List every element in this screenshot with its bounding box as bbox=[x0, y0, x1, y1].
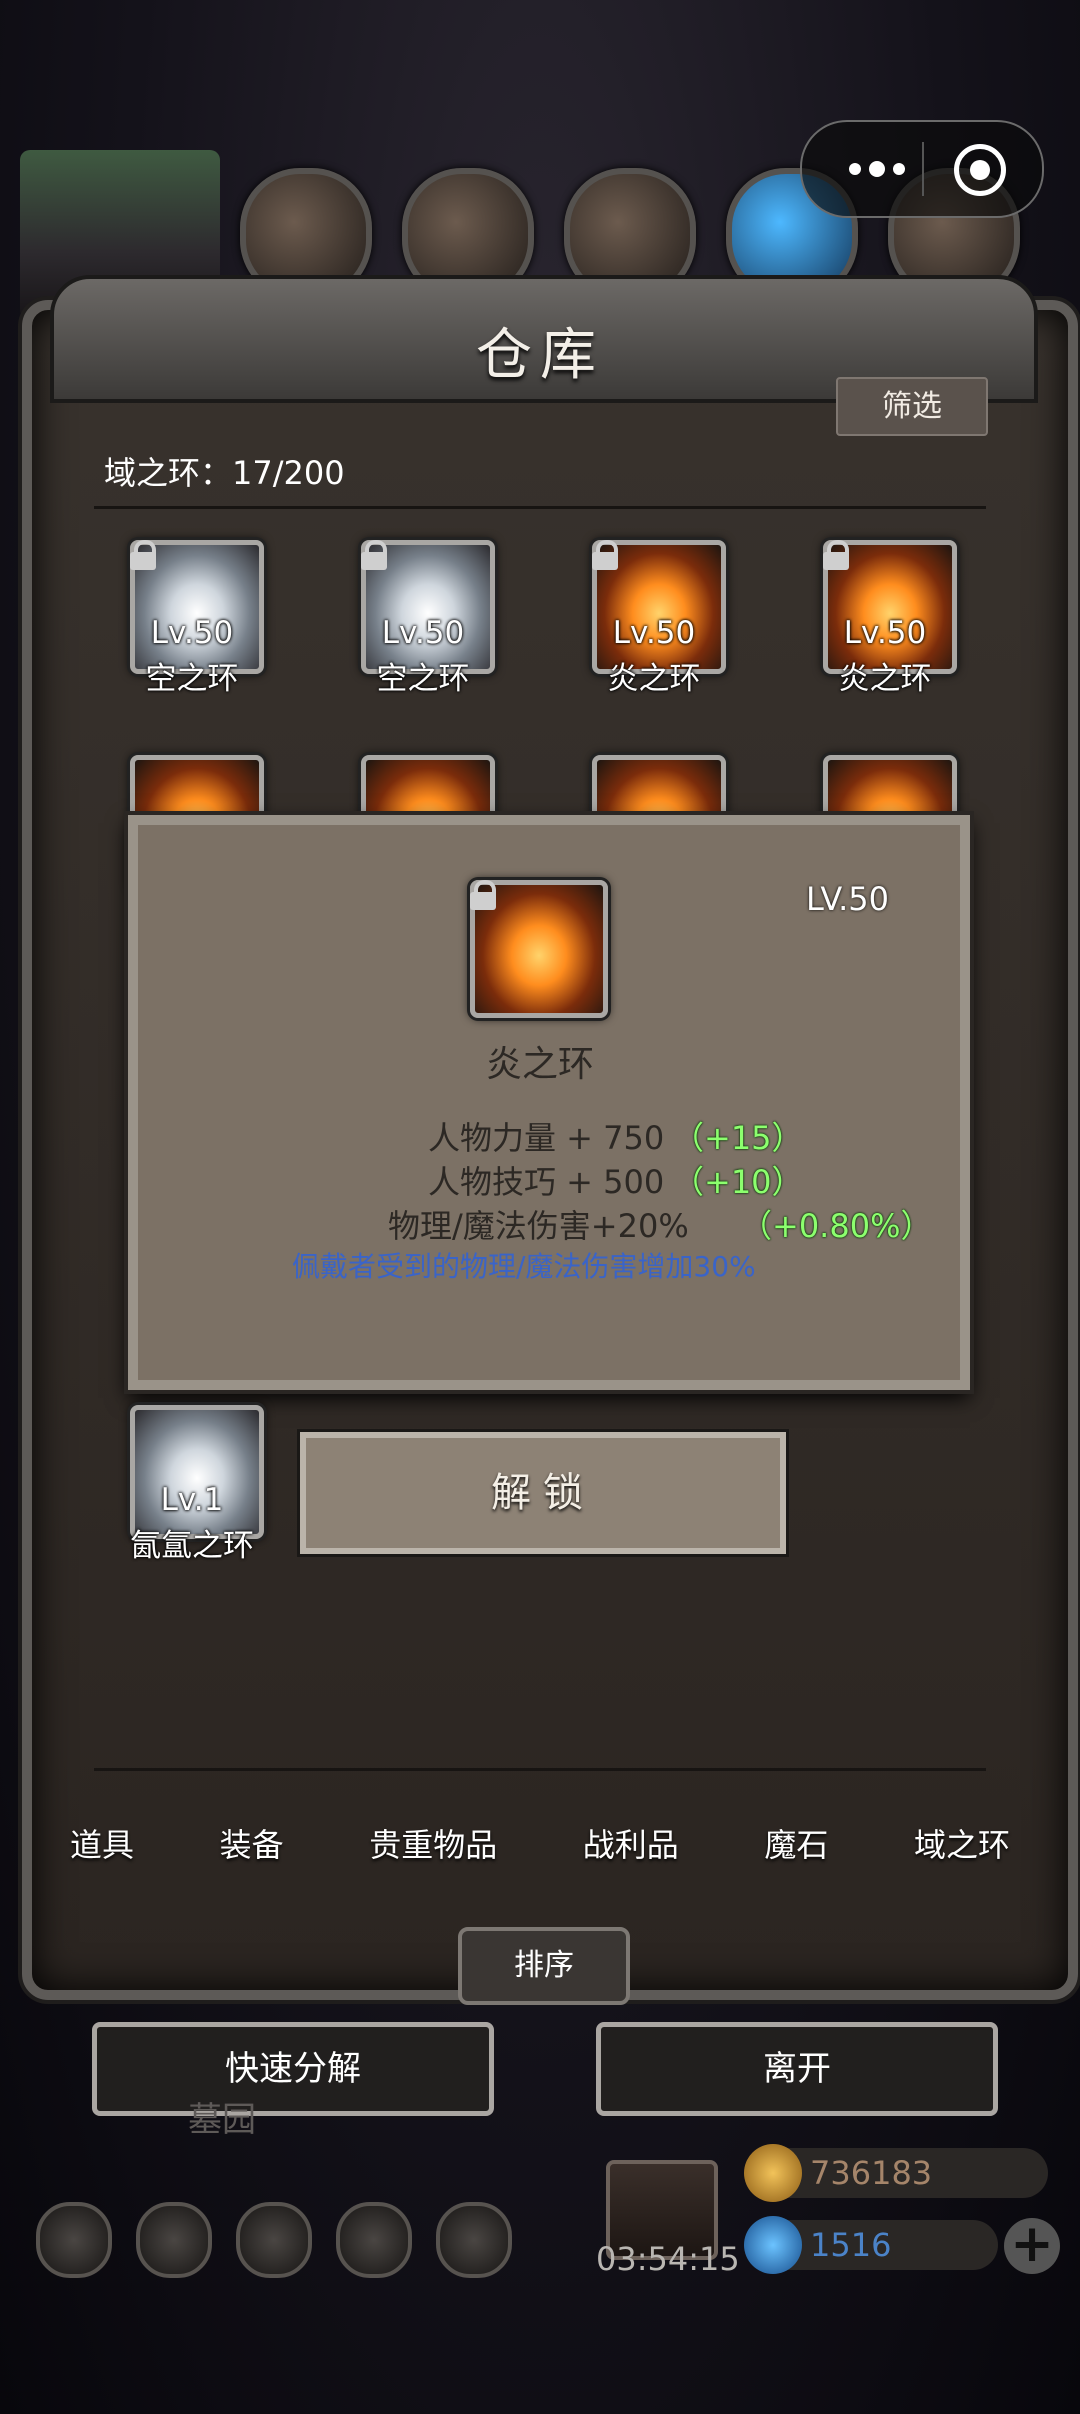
box-icon[interactable] bbox=[436, 2202, 512, 2278]
leave-button[interactable]: 离开 bbox=[596, 2022, 998, 2116]
ring-effect: 佩戴者受到的物理/魔法伤害增加30% bbox=[292, 1250, 756, 1283]
lock-icon bbox=[361, 540, 387, 570]
tab-loot[interactable]: 战利品 bbox=[573, 1795, 689, 1895]
add-currency-button[interactable]: + bbox=[1004, 2218, 1060, 2274]
ring-name: 氤氲之环 bbox=[130, 1528, 254, 1564]
ring-level: Lv.1 bbox=[160, 1482, 224, 1518]
popup-level: LV.50 bbox=[806, 880, 889, 918]
tab-domain-rings[interactable]: 域之环 bbox=[904, 1795, 1020, 1895]
category-tabs: 道具 装备 贵重物品 战利品 魔石 域之环 bbox=[60, 1795, 1020, 1895]
ring-name: 空之环 bbox=[376, 661, 470, 697]
tab-magic-stones[interactable]: 魔石 bbox=[754, 1795, 838, 1895]
stat-strength-bonus: （+15） bbox=[672, 1119, 804, 1157]
star-icon[interactable] bbox=[136, 2202, 212, 2278]
map-icon[interactable] bbox=[236, 2202, 312, 2278]
stat-skill: 人物技巧 + 500 bbox=[428, 1163, 665, 1201]
unlock-button[interactable]: 解锁 bbox=[300, 1432, 786, 1554]
stat-damage: 物理/魔法伤害+20% bbox=[388, 1207, 689, 1245]
gift-timer: 03:54:15 bbox=[596, 2240, 740, 2278]
stat-damage-bonus: （+0.80%） bbox=[740, 1207, 933, 1245]
header-divider bbox=[94, 506, 986, 509]
ring-name: 空之环 bbox=[145, 661, 239, 697]
panel-title: 仓库 bbox=[476, 323, 604, 388]
gem-value: 1516 bbox=[810, 2226, 892, 2264]
footer-divider bbox=[94, 1768, 986, 1771]
ring-level: Lv.50 bbox=[612, 615, 696, 651]
filter-button[interactable]: 筛选 bbox=[836, 377, 988, 436]
gold-value: 736183 bbox=[810, 2154, 933, 2192]
sort-button[interactable]: 排序 bbox=[458, 1927, 630, 2005]
ring-level: Lv.50 bbox=[150, 615, 234, 651]
mini-program-capsule bbox=[800, 120, 1044, 218]
popup-item-name: 炎之环 bbox=[485, 1044, 594, 1085]
target-circle-icon[interactable] bbox=[954, 144, 1006, 196]
lock-icon bbox=[130, 540, 156, 570]
ring-slot-locked[interactable] bbox=[130, 1405, 264, 1539]
stat-strength: 人物力量 + 750 bbox=[428, 1119, 665, 1157]
quick-decompose-button[interactable]: 快速分解 bbox=[92, 2022, 494, 2116]
ring-name: 炎之环 bbox=[838, 661, 932, 697]
tab-equipment[interactable]: 装备 bbox=[210, 1795, 294, 1895]
lock-icon bbox=[592, 540, 618, 570]
mail-icon[interactable] bbox=[336, 2202, 412, 2278]
capsule-divider bbox=[922, 142, 924, 196]
stat-skill-bonus: （+10） bbox=[672, 1163, 804, 1201]
more-dots-icon[interactable] bbox=[832, 144, 922, 194]
lock-icon bbox=[470, 880, 496, 910]
gold-coin-icon bbox=[744, 2144, 802, 2202]
lock-icon bbox=[823, 540, 849, 570]
settings-icon[interactable] bbox=[36, 2202, 112, 2278]
tab-items[interactable]: 道具 bbox=[60, 1795, 144, 1895]
tab-valuables[interactable]: 贵重物品 bbox=[359, 1795, 507, 1895]
location-label: 墓园 bbox=[188, 2100, 256, 2140]
ring-count: 域之环：17/200 bbox=[104, 454, 345, 492]
ring-name: 炎之环 bbox=[607, 661, 701, 697]
ring-level: Lv.50 bbox=[381, 615, 465, 651]
ring-level: Lv.50 bbox=[843, 615, 927, 651]
gem-icon bbox=[744, 2216, 802, 2274]
